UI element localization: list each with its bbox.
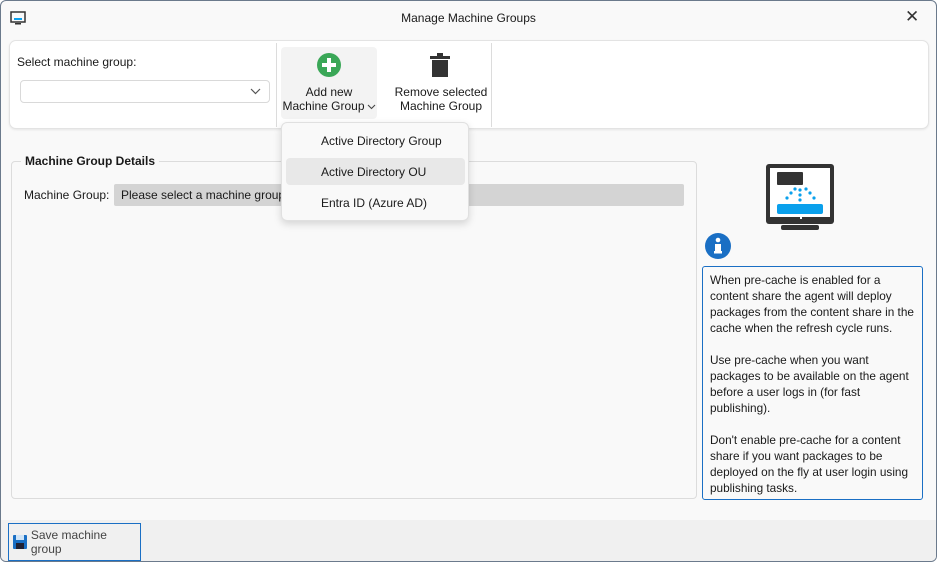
info-box: When pre-cache is enabled for a content … <box>702 266 923 500</box>
chevron-down-icon <box>250 88 261 95</box>
machine-group-select[interactable] <box>20 80 270 103</box>
machine-group-label: Machine Group: <box>24 188 110 202</box>
footer-bar <box>1 520 936 561</box>
add-icon <box>317 53 341 77</box>
save-label: Save machine group <box>30 528 107 556</box>
menu-item-ad-group[interactable]: Active Directory Group <box>286 127 465 154</box>
info-icon <box>705 233 731 259</box>
machine-group-diagram-icon <box>766 164 834 230</box>
toolbar-divider <box>276 43 277 127</box>
info-paragraph: Don't enable pre-cache for a content sha… <box>710 433 909 495</box>
remove-machine-group-button[interactable]: Remove selected Machine Group <box>391 47 489 119</box>
remove-label-line2: Machine Group <box>399 99 483 113</box>
add-label-line1: Add new <box>305 85 353 99</box>
menu-item-entra-id[interactable]: Entra ID (Azure AD) <box>286 189 465 216</box>
chevron-down-icon <box>367 104 375 110</box>
save-machine-group-button[interactable]: Save machine group <box>8 523 141 561</box>
details-legend: Machine Group Details <box>21 154 160 168</box>
add-label-line2: Machine Group <box>282 99 365 113</box>
toolbar-divider <box>491 43 492 127</box>
info-paragraph: When pre-cache is enabled for a content … <box>710 273 914 335</box>
select-machine-group-label: Select machine group: <box>17 55 137 69</box>
save-icon <box>13 535 27 549</box>
window-title: Manage Machine Groups <box>401 11 536 25</box>
manage-machine-groups-window: Manage Machine Groups ✕ Select machine g… <box>0 0 937 562</box>
remove-label-line1: Remove selected <box>394 85 488 99</box>
trash-icon <box>430 53 450 77</box>
add-machine-group-menu: Active Directory Group Active Directory … <box>281 122 469 221</box>
close-icon[interactable]: ✕ <box>905 7 919 27</box>
info-paragraph: Use pre-cache when you want packages to … <box>710 353 909 415</box>
add-machine-group-button[interactable]: Add new Machine Group <box>281 47 377 119</box>
menu-item-ad-ou[interactable]: Active Directory OU <box>286 158 465 185</box>
